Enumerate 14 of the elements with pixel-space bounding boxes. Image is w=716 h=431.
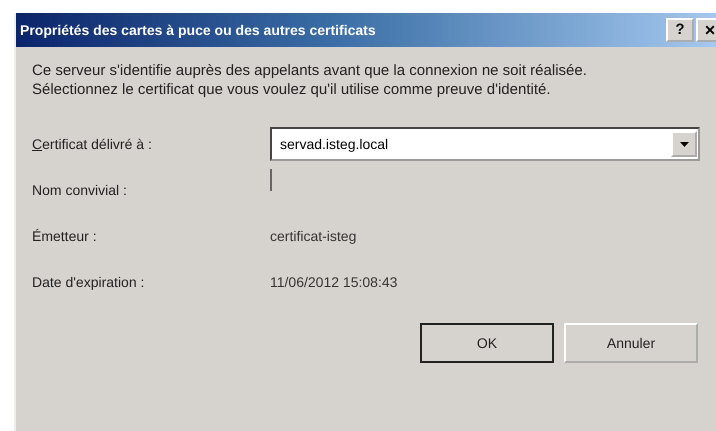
window-title: Propriétés des cartes à puce ou des autres certificats (20, 22, 376, 38)
field-label: Date d'expiration : (32, 273, 146, 292)
text-cursor (270, 169, 272, 191)
field-value: certificat-isteg (270, 227, 358, 246)
help-button[interactable]: ? (666, 18, 694, 42)
description-text: Ce serveur s'identifie auprès des appelants avant que la connexion ne soit réalisée. Sélectionnez le certificat que vous voulez qu'il utilise comme preuve d'identité. (32, 61, 588, 99)
dialog-button[interactable]: Annuler (564, 323, 698, 363)
close-button[interactable]: × (696, 18, 716, 42)
certificate-dropdown[interactable]: servad.isteg.local (270, 127, 700, 161)
field-value: 11/06/2012 15:08:43 (270, 273, 398, 292)
field-label: Émetteur : (32, 227, 98, 246)
field-label: Certificat délivré à : (32, 135, 153, 154)
field-label: Nom convivial : (32, 181, 128, 200)
dialog-button[interactable]: OK (420, 323, 554, 363)
